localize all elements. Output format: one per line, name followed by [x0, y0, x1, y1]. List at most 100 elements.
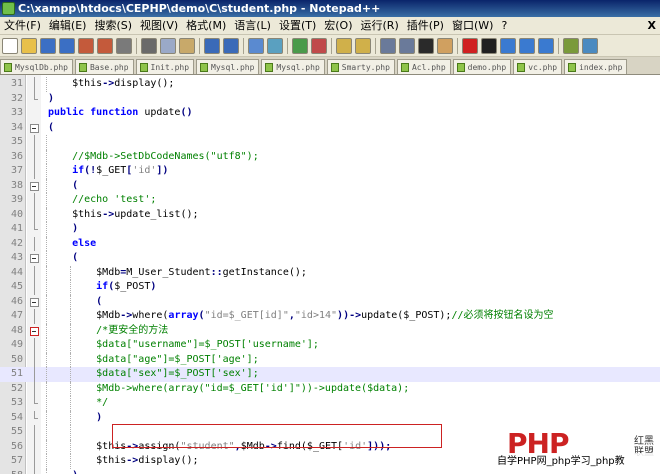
code-line[interactable]: 42 else: [0, 236, 660, 251]
indent-guide: [70, 439, 72, 454]
indent-guide: [70, 323, 72, 338]
code-line[interactable]: 47 $Mdb->where(array("id=$_GET[id]","id>1…: [0, 309, 660, 324]
close-all-icon[interactable]: [97, 38, 113, 54]
code-line[interactable]: 39 //echo 'test';: [0, 193, 660, 208]
code-line[interactable]: 45 if($_POST): [0, 280, 660, 295]
print-icon[interactable]: [116, 38, 132, 54]
record-icon[interactable]: [462, 38, 478, 54]
code-line[interactable]: 38 (: [0, 178, 660, 194]
code-line[interactable]: 41): [0, 222, 660, 237]
menu-item-1[interactable]: 编辑(E): [45, 17, 91, 34]
play-multi-icon[interactable]: [519, 38, 535, 54]
line-number: 57: [10, 455, 23, 466]
stop-icon[interactable]: [481, 38, 497, 54]
code-line[interactable]: 53 */: [0, 396, 660, 411]
code-line[interactable]: 35: [0, 135, 660, 150]
menu-item-2[interactable]: 搜索(S): [90, 17, 136, 34]
tab-0[interactable]: MysqlDb.php: [0, 59, 73, 74]
code-token: (): [180, 107, 193, 118]
cut-icon[interactable]: [141, 38, 157, 54]
tab-9[interactable]: index.php: [564, 59, 628, 74]
all-chars-icon[interactable]: [399, 38, 415, 54]
code-line[interactable]: 54): [0, 410, 660, 425]
line-number: 56: [10, 440, 23, 452]
close-icon[interactable]: [78, 38, 94, 54]
zoom-out-icon[interactable]: [311, 38, 327, 54]
sync-h-icon[interactable]: [355, 38, 371, 54]
code-text: $Mdb->where(array("id=$_GET[id]","id>14"…: [96, 309, 553, 324]
line-number: 47: [10, 310, 23, 321]
indent-guide-icon[interactable]: [418, 38, 434, 54]
menu-item-4[interactable]: 格式(M): [182, 17, 230, 34]
indent-guide: [46, 236, 47, 251]
find-icon[interactable]: [248, 38, 264, 54]
tab-3[interactable]: Mysql.php: [196, 59, 260, 74]
doc-map-icon[interactable]: [437, 38, 453, 54]
menu-item-9[interactable]: 插件(P): [403, 17, 448, 34]
tab-8[interactable]: vc.php: [513, 59, 563, 74]
indent-guide: [70, 454, 72, 469]
fold-toggle-icon[interactable]: [30, 179, 39, 194]
redo-icon[interactable]: [223, 38, 239, 54]
code-line[interactable]: 31 $this->display();: [0, 77, 660, 92]
code-text: $this->update_list();: [72, 208, 198, 223]
open-file-icon[interactable]: [21, 38, 37, 54]
fold-toggle-icon[interactable]: [30, 251, 39, 266]
menu-item-8[interactable]: 运行(R): [357, 17, 403, 34]
code-line[interactable]: 51 $data["sex"]=$_POST['sex'];: [0, 367, 660, 382]
tab-5[interactable]: Smarty.php: [326, 59, 395, 74]
menu-item-6[interactable]: 设置(T): [275, 17, 320, 34]
menu-item-10[interactable]: 窗口(W): [448, 17, 497, 34]
new-file-icon[interactable]: [2, 38, 18, 54]
code-line[interactable]: 33 public function update(): [0, 106, 660, 121]
menu-item-3[interactable]: 视图(V): [136, 17, 182, 34]
code-token: M_User_Student: [126, 266, 211, 278]
code-line[interactable]: 49 $data["username"]=$_POST['username'];: [0, 338, 660, 353]
zoom-in-icon[interactable]: [292, 38, 308, 54]
tab-2[interactable]: Init.php: [135, 59, 195, 74]
paste-icon[interactable]: [179, 38, 195, 54]
code-line[interactable]: 40 $this->update_list();: [0, 207, 660, 223]
menu-item-0[interactable]: 文件(F): [0, 17, 45, 34]
indent-guide: [46, 338, 47, 353]
tab-6[interactable]: Acl.php: [396, 59, 451, 74]
fold-line: [30, 207, 38, 223]
code-token: ->: [120, 310, 133, 321]
replace-icon[interactable]: [267, 38, 283, 54]
menu-item-5[interactable]: 语言(L): [230, 17, 275, 34]
fold-toggle-icon[interactable]: [30, 121, 39, 136]
code-line[interactable]: 46 (: [0, 294, 660, 310]
abc-check-icon[interactable]: [582, 38, 598, 54]
code-line[interactable]: 32): [0, 91, 660, 107]
code-line[interactable]: 44 $Mdb=M_User_Student::getInstance();: [0, 265, 660, 280]
code-line[interactable]: 52 $Mdb->where(array("id=$_GET['id']"))->…: [0, 381, 660, 397]
save-icon[interactable]: [40, 38, 56, 54]
tab-1[interactable]: Base.php: [74, 59, 134, 74]
save-macro-icon[interactable]: [538, 38, 554, 54]
fold-toggle-icon[interactable]: [30, 295, 39, 310]
fold-line: [30, 91, 38, 107]
save-all-icon[interactable]: [59, 38, 75, 54]
spell-icon[interactable]: [563, 38, 579, 54]
fold-toggle-icon[interactable]: [30, 324, 39, 339]
wrap-icon[interactable]: [380, 38, 396, 54]
code-line[interactable]: 36 //$Mdb->SetDbCodeNames("utf8");: [0, 149, 660, 164]
code-token: where(: [132, 310, 169, 321]
tab-4[interactable]: Mysql.php: [261, 59, 325, 74]
code-line[interactable]: 50 $data["age"]=$_POST['age'];: [0, 352, 660, 367]
sync-v-icon[interactable]: [336, 38, 352, 54]
code-line[interactable]: 43 (: [0, 251, 660, 266]
play-icon[interactable]: [500, 38, 516, 54]
line-number: 55: [10, 426, 23, 437]
code-line[interactable]: 37 if(!$_GET['id']): [0, 164, 660, 179]
undo-icon[interactable]: [204, 38, 220, 54]
code-line[interactable]: 48 /*更安全的方法: [0, 323, 660, 339]
tab-7[interactable]: demo.php: [452, 59, 512, 74]
menu-item-7[interactable]: 宏(O): [320, 17, 356, 34]
close-document-button[interactable]: X: [648, 17, 656, 34]
menu-item-11[interactable]: ?: [497, 17, 511, 34]
code-editor[interactable]: 31 $this->display(); 32) 33 public function …: [0, 75, 660, 474]
code-line[interactable]: 34 (: [0, 121, 660, 136]
copy-icon[interactable]: [160, 38, 176, 54]
code-text: $Mdb->where(array("id=$_GET['id']"))->up…: [96, 382, 409, 397]
